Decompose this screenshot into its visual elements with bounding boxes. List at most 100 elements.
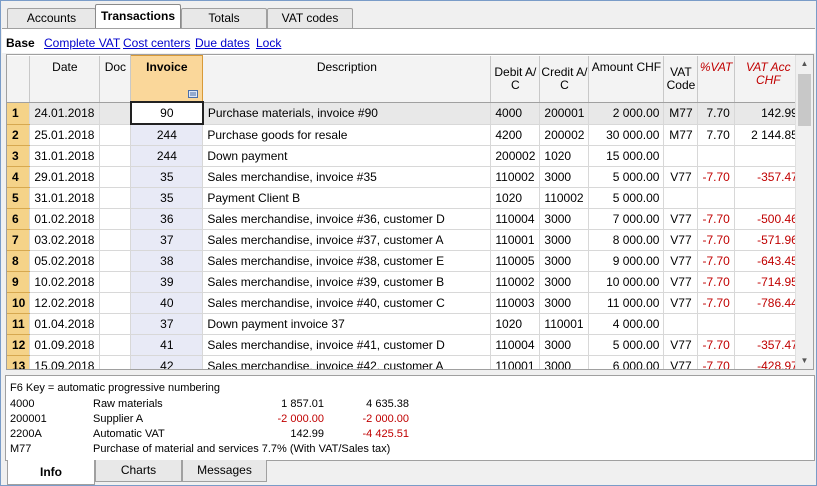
- date-cell[interactable]: 05.02.2018: [29, 250, 101, 272]
- description-cell[interactable]: Down payment: [202, 145, 492, 167]
- credit-account-cell[interactable]: 3000: [539, 250, 590, 272]
- tab-charts[interactable]: Charts: [95, 460, 182, 482]
- vat-code-cell[interactable]: V77: [663, 292, 699, 314]
- amount-cell[interactable]: 5 000.00: [588, 334, 665, 356]
- debit-account-cell[interactable]: 4200: [490, 124, 541, 146]
- vat-percent-cell[interactable]: [697, 145, 735, 167]
- tab-accounts[interactable]: Accounts: [7, 8, 96, 28]
- col-header-amount[interactable]: Amount CHF: [588, 55, 665, 103]
- doc-cell[interactable]: [99, 166, 132, 188]
- amount-cell[interactable]: 9 000.00: [588, 250, 665, 272]
- corner-cell[interactable]: [7, 55, 31, 103]
- debit-account-cell[interactable]: 110004: [490, 208, 541, 230]
- amount-cell[interactable]: 11 000.00: [588, 292, 665, 314]
- table-row[interactable]: 2 25.01.2018 244 Purchase goods for resale 4…: [7, 124, 803, 146]
- vat-code-cell[interactable]: [663, 187, 699, 209]
- view-base[interactable]: Base: [6, 36, 35, 50]
- description-cell[interactable]: Sales merchandise, invoice #35: [202, 166, 492, 188]
- vat-amount-cell[interactable]: [734, 187, 803, 209]
- vat-percent-cell[interactable]: -7.70: [697, 355, 735, 369]
- invoice-cell[interactable]: 40: [130, 292, 204, 314]
- invoice-cell[interactable]: 35: [130, 187, 204, 209]
- col-header-vat-code[interactable]: VAT Code: [663, 55, 699, 103]
- row-number-cell[interactable]: 5: [7, 187, 31, 209]
- invoice-cell[interactable]: 37: [130, 313, 204, 335]
- row-number-cell[interactable]: 3: [7, 145, 31, 167]
- vat-amount-cell[interactable]: [734, 313, 803, 335]
- vat-percent-cell[interactable]: 7.70: [697, 102, 735, 125]
- amount-cell[interactable]: 30 000.00: [588, 124, 665, 146]
- table-row[interactable]: 9 10.02.2018 39 Sales merchandise, invoice …: [7, 271, 803, 293]
- tab-transactions[interactable]: Transactions: [95, 4, 181, 29]
- vat-percent-cell[interactable]: -7.70: [697, 208, 735, 230]
- description-cell[interactable]: Sales merchandise, invoice #39, customer…: [202, 271, 492, 293]
- row-number-cell[interactable]: 8: [7, 250, 31, 272]
- debit-account-cell[interactable]: 110003: [490, 292, 541, 314]
- debit-account-cell[interactable]: 110001: [490, 355, 541, 369]
- vat-code-cell[interactable]: V77: [663, 229, 699, 251]
- invoice-cell[interactable]: 41: [130, 334, 204, 356]
- table-row[interactable]: 12 01.09.2018 41 Sales merchandise, invoice…: [7, 334, 803, 356]
- edit-cell-icon[interactable]: [188, 90, 198, 98]
- vat-code-cell[interactable]: [663, 313, 699, 335]
- vat-percent-cell[interactable]: 7.70: [697, 124, 735, 146]
- view-lock[interactable]: Lock: [256, 36, 281, 50]
- vat-amount-cell[interactable]: -500.46: [734, 208, 803, 230]
- doc-cell[interactable]: [99, 208, 132, 230]
- date-cell[interactable]: 24.01.2018: [29, 102, 101, 125]
- date-cell[interactable]: 31.01.2018: [29, 187, 101, 209]
- debit-account-cell[interactable]: 110004: [490, 334, 541, 356]
- table-row[interactable]: 1 24.01.2018 90 Purchase materials, invoice…: [7, 101, 803, 125]
- scroll-thumb[interactable]: [798, 74, 811, 126]
- vat-percent-cell[interactable]: -7.70: [697, 334, 735, 356]
- table-row[interactable]: 3 31.01.2018 244 Down payment 200002 1020 15 0…: [7, 145, 803, 167]
- vat-code-cell[interactable]: V77: [663, 271, 699, 293]
- tab-vat-codes[interactable]: VAT codes: [267, 8, 353, 28]
- view-complete-vat[interactable]: Complete VAT: [44, 36, 120, 50]
- vat-code-cell[interactable]: V77: [663, 334, 699, 356]
- debit-account-cell[interactable]: 110002: [490, 166, 541, 188]
- table-row[interactable]: 8 05.02.2018 38 Sales merchandise, invoice …: [7, 250, 803, 272]
- description-cell[interactable]: Payment Client B: [202, 187, 492, 209]
- row-number-cell[interactable]: 10: [7, 292, 31, 314]
- invoice-cell[interactable]: 35: [130, 166, 204, 188]
- date-cell[interactable]: 10.02.2018: [29, 271, 101, 293]
- vat-amount-cell[interactable]: -357.47: [734, 334, 803, 356]
- invoice-cell[interactable]: 90: [129, 101, 204, 125]
- vat-percent-cell[interactable]: -7.70: [697, 166, 735, 188]
- credit-account-cell[interactable]: 3000: [539, 292, 590, 314]
- tab-messages[interactable]: Messages: [182, 460, 267, 482]
- debit-account-cell[interactable]: 110001: [490, 229, 541, 251]
- credit-account-cell[interactable]: 110001: [539, 313, 590, 335]
- vat-percent-cell[interactable]: -7.70: [697, 250, 735, 272]
- credit-account-cell[interactable]: 1020: [539, 145, 590, 167]
- invoice-cell[interactable]: 38: [130, 250, 204, 272]
- doc-cell[interactable]: [99, 124, 132, 146]
- credit-account-cell[interactable]: 3000: [539, 166, 590, 188]
- doc-cell[interactable]: [99, 355, 132, 369]
- amount-cell[interactable]: 4 000.00: [588, 313, 665, 335]
- amount-cell[interactable]: 5 000.00: [588, 187, 665, 209]
- vat-amount-cell[interactable]: 2 144.85: [734, 124, 803, 146]
- amount-cell[interactable]: 7 000.00: [588, 208, 665, 230]
- description-cell[interactable]: Sales merchandise, invoice #36, customer…: [202, 208, 492, 230]
- description-cell[interactable]: Sales merchandise, invoice #41, customer…: [202, 334, 492, 356]
- vat-percent-cell[interactable]: [697, 313, 735, 335]
- table-row[interactable]: 6 01.02.2018 36 Sales merchandise, invoice …: [7, 208, 803, 230]
- vat-amount-cell[interactable]: 142.99: [734, 102, 803, 125]
- row-number-cell[interactable]: 13: [7, 355, 31, 369]
- view-due-dates[interactable]: Due dates: [195, 36, 250, 50]
- vat-code-cell[interactable]: V77: [663, 166, 699, 188]
- description-cell[interactable]: Sales merchandise, invoice #40, customer…: [202, 292, 492, 314]
- table-row[interactable]: 10 12.02.2018 40 Sales merchandise, invoice…: [7, 292, 803, 314]
- doc-cell[interactable]: [99, 102, 132, 125]
- description-cell[interactable]: Down payment invoice 37: [202, 313, 492, 335]
- vertical-scrollbar[interactable]: ▲ ▼: [795, 55, 813, 369]
- view-cost-centers[interactable]: Cost centers: [123, 36, 190, 50]
- row-number-cell[interactable]: 7: [7, 229, 31, 251]
- table-row[interactable]: 4 29.01.2018 35 Sales merchandise, invoice …: [7, 166, 803, 188]
- doc-cell[interactable]: [99, 271, 132, 293]
- vat-code-cell[interactable]: V77: [663, 208, 699, 230]
- invoice-cell[interactable]: 39: [130, 271, 204, 293]
- credit-account-cell[interactable]: 3000: [539, 208, 590, 230]
